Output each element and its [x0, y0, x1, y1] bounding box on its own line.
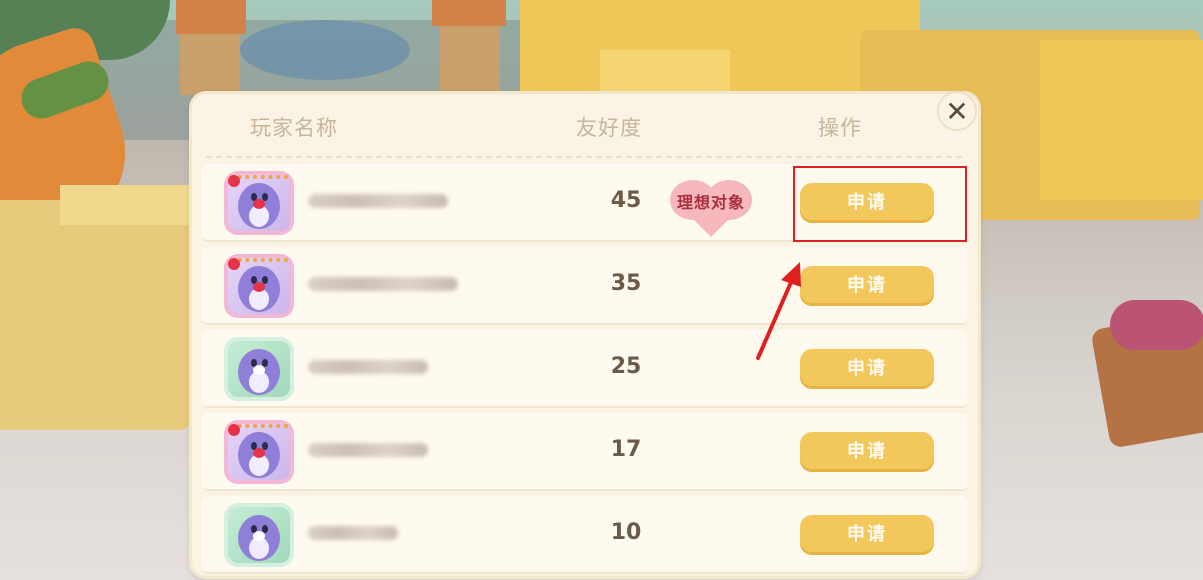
annotation-arrow-icon: [756, 262, 801, 360]
